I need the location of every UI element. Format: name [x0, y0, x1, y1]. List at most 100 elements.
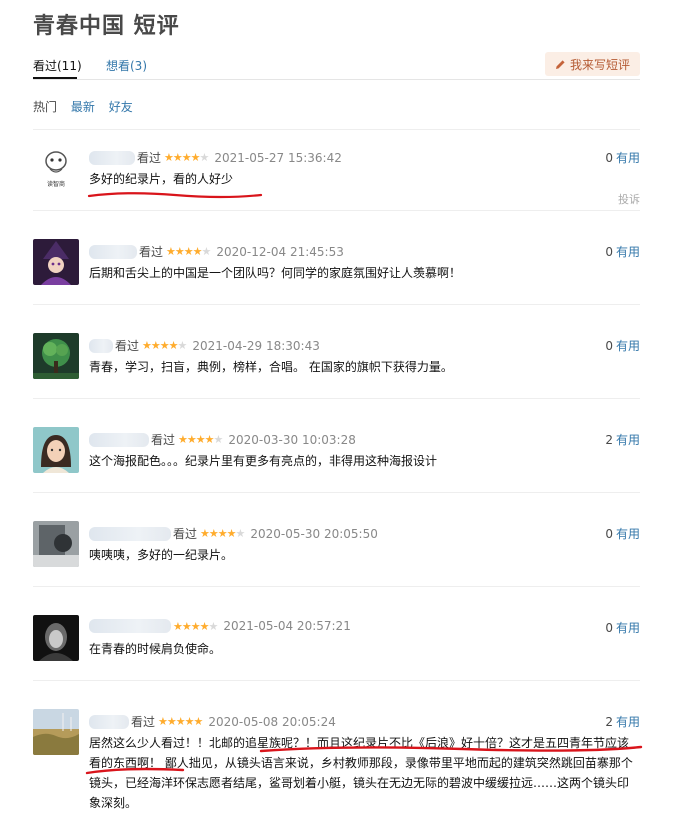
- review-text: 居然这么少人看过！！北邮的追星族呢？！而且这纪录片不比《后浪》好十倍？这才是五四…: [89, 736, 633, 810]
- star-icon: ★: [181, 619, 192, 633]
- write-review-button[interactable]: 我来写短评: [544, 52, 640, 76]
- sort-latest[interactable]: 最新: [71, 100, 95, 114]
- username-blurred[interactable]: [89, 619, 171, 633]
- review-time: 2021-04-29 18:30:43: [192, 338, 320, 353]
- rating-stars: ★ ★ ★ ★ ★: [173, 619, 219, 633]
- review-meta: 看过 ★ ★ ★ ★ ★ 2021-04-29 18:30:43: [89, 337, 320, 354]
- vote-area: 0 有用: [605, 619, 640, 636]
- review-item: 看过 ★ ★ ★ ★ ★ 2020-03-30 10:03:28 2 有用 这个海报配色。…: [33, 399, 640, 493]
- username-blurred[interactable]: [89, 338, 113, 353]
- avatar[interactable]: [33, 615, 79, 661]
- review-time: 2020-05-30 20:05:50: [250, 526, 378, 541]
- vote-count: 0: [605, 151, 613, 165]
- useful-button[interactable]: 有用: [616, 433, 640, 447]
- star-icon: ★: [174, 245, 185, 258]
- star-icon: ★: [213, 433, 224, 446]
- star-icon: ★: [235, 527, 246, 540]
- star-icon: ★: [178, 433, 188, 446]
- username-blurred[interactable]: [89, 526, 171, 541]
- vote-area: 0 有用: [605, 243, 640, 260]
- rating-stars: ★ ★ ★ ★ ★: [166, 245, 212, 258]
- rating-stars: ★ ★ ★ ★ ★: [200, 527, 246, 540]
- star-icon: ★: [192, 245, 203, 258]
- avatar[interactable]: [33, 709, 79, 755]
- avatar[interactable]: 读智商: [33, 144, 79, 190]
- useful-button[interactable]: 有用: [616, 621, 640, 635]
- star-icon: ★: [159, 339, 170, 352]
- star-icon: ★: [175, 715, 186, 728]
- star-icon: ★: [186, 433, 197, 446]
- star-icon: ★: [172, 151, 183, 164]
- tabs-divider: [33, 79, 640, 80]
- vote-area: 0 有用: [605, 525, 640, 542]
- vote-count: 2: [605, 433, 613, 447]
- review-meta: 看过 ★ ★ ★ ★ ★ 2020-12-04 21:45:53: [89, 243, 344, 260]
- star-icon: ★: [208, 527, 219, 540]
- useful-button[interactable]: 有用: [616, 527, 640, 541]
- pencil-icon: [555, 59, 566, 70]
- vote-count: 0: [605, 621, 613, 635]
- review-text: 多好的纪录片，看的人好少: [89, 172, 234, 186]
- review-text: 咦咦咦，多好的一纪录片。: [89, 548, 234, 562]
- review-item: 读智商 看过 ★ ★ ★ ★ ★ 2021-05-27 15:36:42 0 有用 多好的…: [33, 130, 640, 211]
- review-item: 看过 ★★★★★ 2021-05-04 20:57:21 0有用 在青春的时候肩…: [33, 587, 640, 681]
- review-meta: 看过 ★ ★ ★ ★ ★ 2020-05-30 20:05:50: [89, 525, 378, 542]
- vote-area: 2 有用: [605, 713, 640, 730]
- review-text: 在青春的时候肩负使命。: [89, 642, 222, 656]
- star-icon: ★: [200, 527, 210, 540]
- review-item: 看过 ★ ★ ★ ★ ★ 2020-05-30 20:05:50 0 有用 咦咦咦，多好的…: [33, 493, 640, 587]
- review-time: 2021-05-27 15:36:42: [214, 150, 342, 165]
- avatar[interactable]: [33, 333, 79, 379]
- sort-hot[interactable]: 热门: [33, 100, 57, 114]
- star-icon: ★: [190, 619, 201, 633]
- useful-button[interactable]: 有用: [616, 715, 640, 729]
- report-link[interactable]: 投诉: [618, 191, 640, 207]
- watch-status: 看过: [173, 527, 198, 541]
- watch-status: 看过: [139, 245, 164, 259]
- review-text: 青春，学习，扫盲，典例，榜样，合唱。 在国家的旗帜下获得力量。: [89, 360, 453, 374]
- username-blurred[interactable]: [89, 714, 129, 729]
- star-icon: ★: [173, 619, 183, 633]
- review-meta: 看过 ★ ★ ★ ★ ★ 2020-03-30 10:03:28: [89, 431, 356, 448]
- vote-count: 2: [605, 715, 613, 729]
- review-meta: 看过 ★★★★★ 2021-05-04 20:57:21: [89, 619, 351, 633]
- vote-count: 0: [605, 527, 613, 541]
- useful-button[interactable]: 有用: [616, 245, 640, 259]
- star-icon: ★: [199, 619, 210, 633]
- rating-stars: ★ ★ ★ ★ ★: [142, 339, 188, 352]
- avatar[interactable]: [33, 521, 79, 567]
- tab-watched[interactable]: 看过(11): [33, 57, 82, 74]
- star-icon: ★: [201, 245, 212, 258]
- avatar[interactable]: [33, 427, 79, 473]
- review-meta: 看过 ★ ★ ★ ★ ★ 2020-05-08 20:05:24: [89, 713, 336, 730]
- username-blurred[interactable]: [89, 244, 137, 259]
- vote-area: 2 有用: [605, 431, 640, 448]
- review-item: 看过 ★ ★ ★ ★ ★ 2020-05-08 20:05:24 2 有用 居然这么少人看…: [33, 681, 643, 810]
- star-icon: ★: [199, 151, 210, 164]
- star-icon: ★: [217, 527, 228, 540]
- star-icon: ★: [166, 245, 176, 258]
- star-icon: ★: [204, 433, 215, 446]
- watch-status: 看过: [115, 339, 140, 353]
- sort-friends[interactable]: 好友: [109, 100, 133, 114]
- review-time: 2020-12-04 21:45:53: [216, 244, 344, 259]
- star-icon: ★: [177, 339, 188, 352]
- review-item: 看过 ★ ★ ★ ★ ★ 2021-04-29 18:30:43 0 有用 青春，学习，扫…: [33, 305, 640, 399]
- vote-area: 0 有用: [605, 149, 640, 166]
- review-text: 这个海报配色。。。纪录片里有更多有亮点的，非得用这种海报设计: [89, 454, 438, 468]
- username-blurred[interactable]: [89, 432, 149, 447]
- star-icon: ★: [208, 619, 219, 633]
- review-time: 2021-05-04 20:57:21: [223, 619, 351, 633]
- vote-area: 0 有用: [605, 337, 640, 354]
- rating-stars: ★ ★ ★ ★ ★: [158, 715, 203, 728]
- username-blurred[interactable]: [89, 150, 135, 165]
- star-icon: ★: [190, 151, 201, 164]
- useful-button[interactable]: 有用: [616, 151, 640, 165]
- tab-want-to-watch[interactable]: 想看(3): [106, 57, 147, 74]
- rating-stars: ★ ★ ★ ★ ★: [164, 151, 210, 164]
- page-title: 青春中国 短评: [33, 14, 180, 39]
- rating-stars: ★ ★ ★ ★ ★: [178, 433, 224, 446]
- avatar[interactable]: [33, 239, 79, 285]
- review-meta: 看过 ★ ★ ★ ★ ★ 2021-05-27 15:36:42: [89, 149, 342, 166]
- useful-button[interactable]: 有用: [616, 339, 640, 353]
